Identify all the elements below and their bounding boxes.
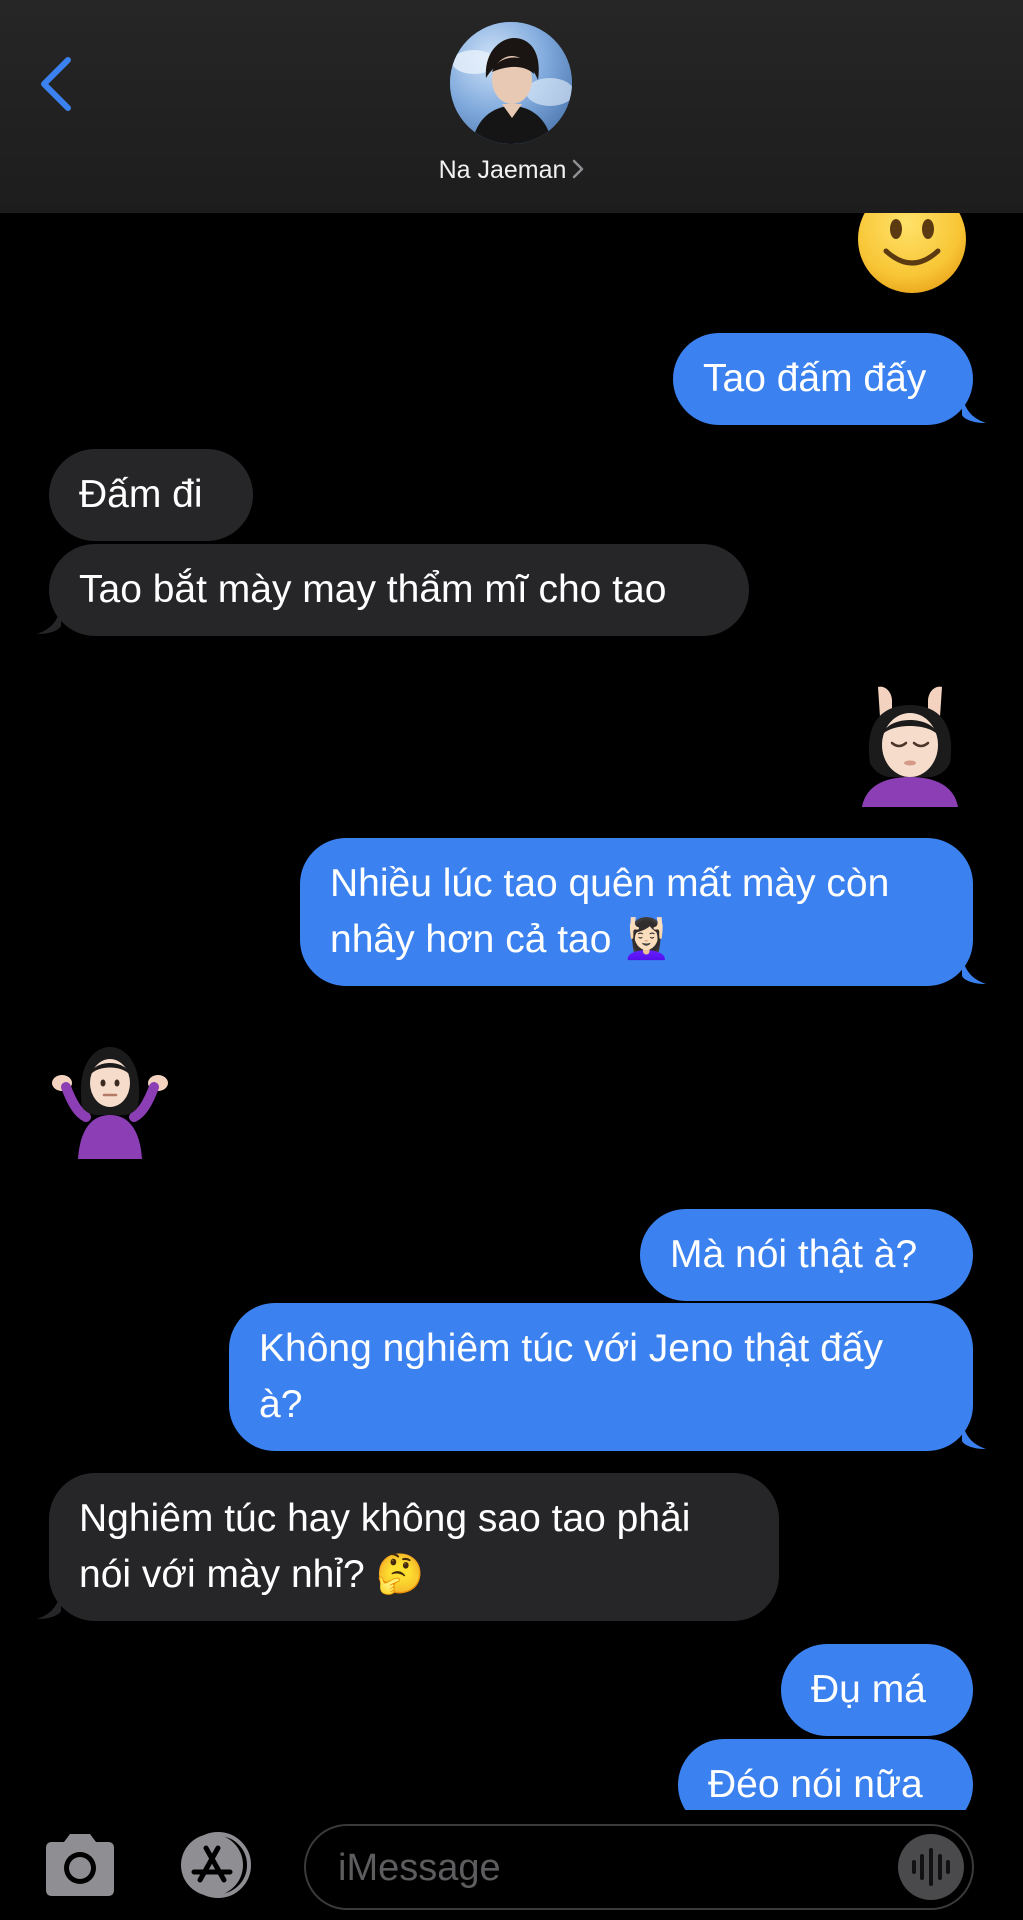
message-text: Đấm đi <box>79 473 203 516</box>
app-store-button[interactable] <box>172 1830 262 1900</box>
bubble-tail <box>962 393 986 423</box>
contact-name: Na Jaeman <box>438 156 567 184</box>
camera-button[interactable] <box>40 1832 120 1898</box>
woman-getting-massage-icon <box>862 686 958 807</box>
message-list[interactable]: Tao đấm đấy Đấm đi Tao bắt mày may thẩm … <box>0 213 1023 1810</box>
message-text: Đéo nói nữa <box>708 1763 923 1806</box>
received-message-bubble[interactable]: Nghiêm túc hay không sao tao phải nói vớ… <box>49 1473 779 1621</box>
input-bar <box>0 1810 1023 1920</box>
bubble-tail <box>37 1589 61 1619</box>
message-emoji[interactable] <box>856 213 968 295</box>
message-text-line: nhây hơn cả tao 💆🏻‍♀️ <box>330 918 671 961</box>
sent-message-bubble[interactable]: Tao đấm đấy <box>673 333 973 425</box>
contact-avatar[interactable] <box>450 22 572 144</box>
sent-message-bubble[interactable]: Đụ má <box>781 1644 973 1736</box>
message-text-line: à? <box>259 1383 303 1426</box>
message-text: Tao bắt mày may thẩm mĩ cho tao <box>79 568 667 611</box>
message-input-container[interactable] <box>304 1824 974 1910</box>
received-message-bubble[interactable]: Đấm đi <box>49 449 253 541</box>
conversation-header: Na Jaeman <box>0 0 1023 213</box>
sent-message-bubble[interactable]: Mà nói thật à? <box>640 1209 973 1301</box>
message-text-line: Không nghiêm túc với Jeno thật đấy <box>259 1327 883 1370</box>
back-button[interactable] <box>32 54 82 114</box>
message-emoji[interactable] <box>48 1043 172 1159</box>
received-message-bubble[interactable]: Tao bắt mày may thẩm mĩ cho tao <box>49 544 749 636</box>
sent-message-bubble[interactable]: Nhiều lúc tao quên mất mày còn nhây hơn … <box>300 838 973 986</box>
message-text-line: nói với mày nhỉ? 🤔 <box>79 1553 425 1596</box>
message-text: Tao đấm đấy <box>703 357 927 400</box>
chevron-right-icon <box>572 157 584 186</box>
bubble-tail <box>962 1419 986 1449</box>
message-text-line: Nghiêm túc hay không sao tao phải <box>79 1497 691 1540</box>
sent-message-bubble[interactable]: Không nghiêm túc với Jeno thật đấy à? <box>229 1303 973 1451</box>
message-emoji[interactable] <box>852 683 968 807</box>
message-input[interactable] <box>336 1826 880 1910</box>
sent-message-bubble[interactable]: Đéo nói nữa <box>678 1739 973 1810</box>
slightly-smiling-face-icon <box>858 213 966 293</box>
audio-message-button[interactable] <box>898 1834 964 1900</box>
woman-shrugging-icon <box>52 1047 168 1159</box>
message-text: Mà nói thật à? <box>670 1233 918 1276</box>
app-store-icon <box>181 1832 251 1898</box>
message-text-line: Nhiều lúc tao quên mất mày còn <box>330 862 890 905</box>
bubble-tail <box>37 604 61 634</box>
bubble-tail <box>962 954 986 984</box>
contact-name-button[interactable]: Na Jaeman <box>0 156 1023 186</box>
audio-waveform-icon <box>912 1848 950 1886</box>
message-text: Đụ má <box>811 1668 926 1711</box>
camera-icon <box>46 1834 114 1896</box>
avatar-photo <box>450 22 572 144</box>
chevron-left-icon <box>41 57 71 111</box>
